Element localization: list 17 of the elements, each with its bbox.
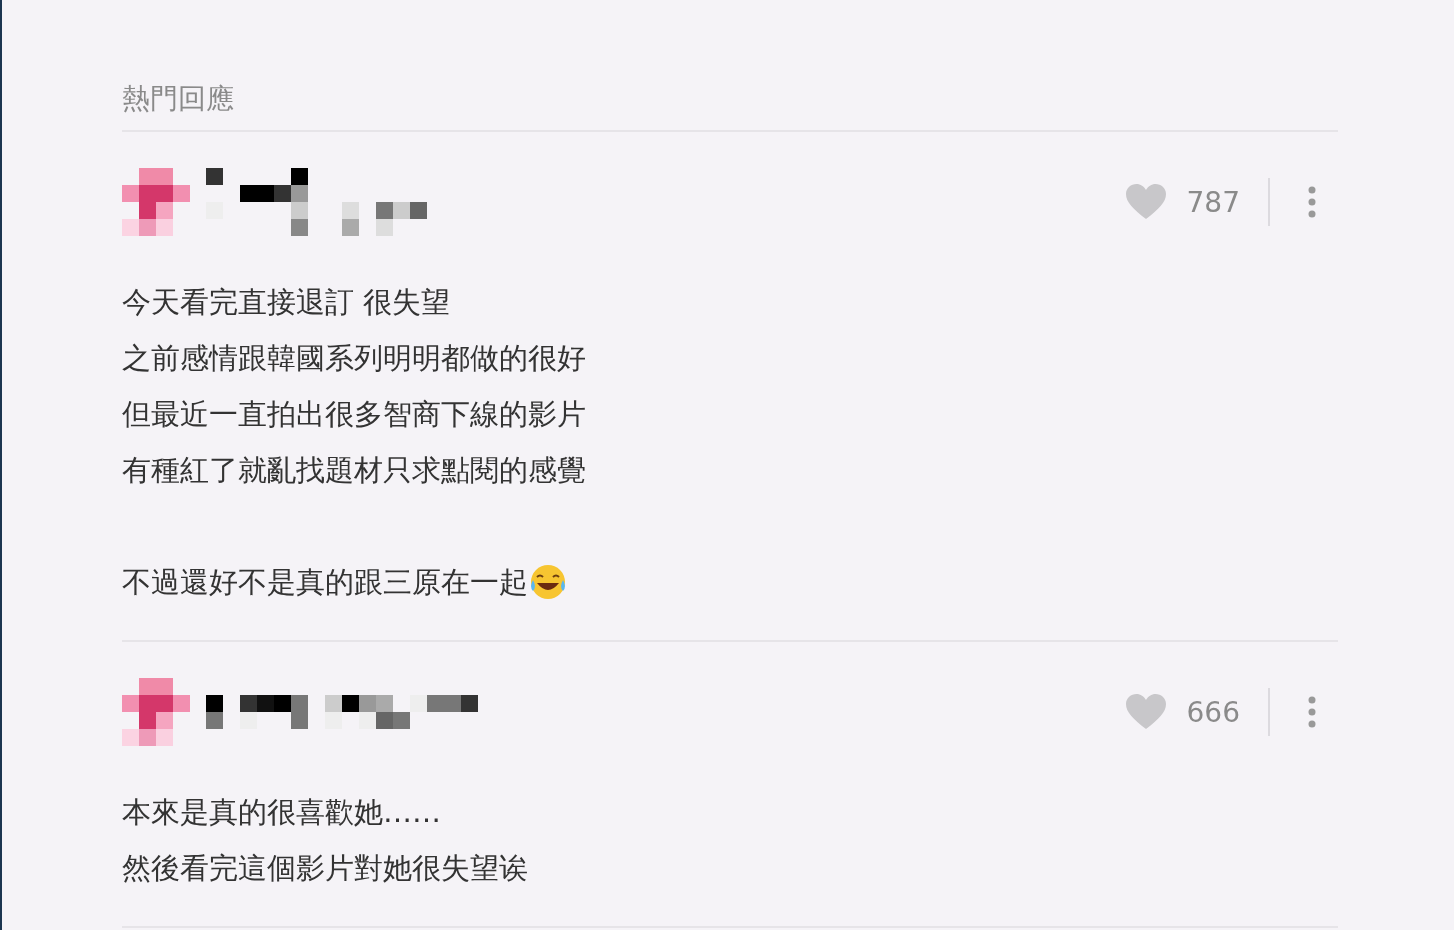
like-count: 787: [1186, 185, 1240, 219]
comment-text: 今天看完直接退訂 很失望: [122, 284, 451, 321]
comment-text: 本來是真的很喜歡她……: [122, 794, 441, 831]
mosaic-avatar: [122, 678, 190, 746]
laughing-emoji-icon: [528, 563, 568, 601]
mosaic-avatar: [122, 168, 190, 236]
comment-text: 之前感情跟韓國系列明明都做的很好: [122, 340, 586, 377]
section-title: 熱門回應: [122, 80, 1338, 132]
comment-text: 有種紅了就亂找題材只求點閱的感覺: [122, 452, 586, 489]
heart-icon[interactable]: [1124, 184, 1167, 220]
more-icon[interactable]: [1308, 186, 1316, 218]
like-count: 666: [1186, 695, 1240, 729]
comment-text: 然後看完這個影片對她很失望诶: [122, 850, 528, 887]
heart-icon[interactable]: [1124, 694, 1167, 730]
comment-text: 但最近一直拍出很多智商下線的影片: [122, 396, 586, 433]
more-icon[interactable]: [1308, 696, 1316, 728]
comment-text: 不過還好不是真的跟三原在一起: [122, 564, 528, 601]
